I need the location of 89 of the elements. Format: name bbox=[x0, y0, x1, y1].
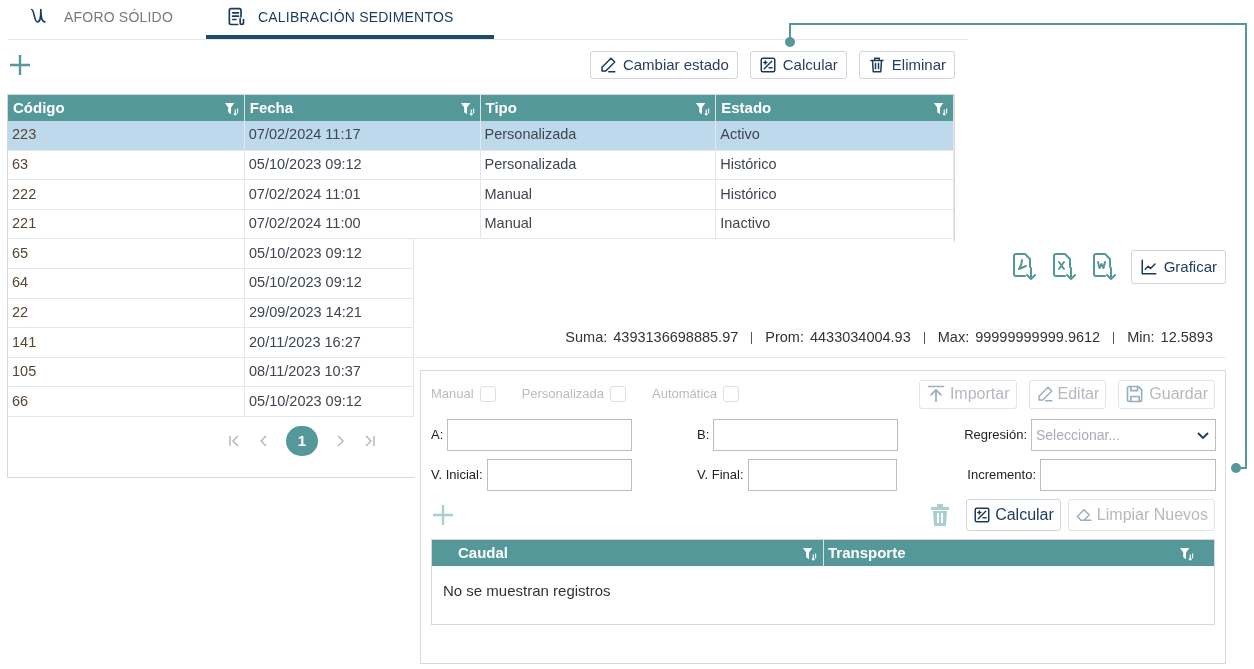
table-cell-text: Inactivo bbox=[720, 214, 771, 234]
table-cell-text: 22 bbox=[12, 303, 29, 322]
placeholder-text: Seleccionar... bbox=[1036, 425, 1121, 445]
table-cell-text: 105 bbox=[12, 362, 37, 382]
tab[interactable]: AFORO SÓLIDO bbox=[8, 0, 206, 39]
stat-label: Min: bbox=[1127, 327, 1155, 347]
table-row[interactable]: 223 07/02/2024 11:17 Personalizada Activo bbox=[8, 121, 954, 151]
stat-value: 4393136698885.97 bbox=[613, 327, 739, 347]
table-cell-text: 141 bbox=[12, 332, 37, 352]
word-download-icon[interactable] bbox=[1090, 252, 1117, 282]
pencil-icon bbox=[598, 56, 617, 74]
table-cell-text: 29/09/2023 14:21 bbox=[249, 303, 362, 322]
table-row[interactable]: 22 29/09/2023 14:21 bbox=[8, 298, 414, 329]
stat-label: Suma: bbox=[565, 327, 608, 347]
table-cell-text: 63 bbox=[12, 155, 29, 174]
table-cell-text: 05/10/2023 09:12 bbox=[249, 391, 362, 411]
table-cell-text: 66 bbox=[12, 391, 29, 411]
stat-value: 4433034004.93 bbox=[809, 327, 911, 347]
toolbar-button[interactable]: Eliminar bbox=[858, 51, 955, 79]
pdf-download-icon[interactable] bbox=[1010, 252, 1037, 282]
toolbar-button[interactable]: Calcular bbox=[749, 51, 847, 79]
filter-icon[interactable] bbox=[459, 100, 475, 116]
empty-message: No se muestran registros bbox=[443, 581, 611, 601]
table-row[interactable]: 64 05/10/2023 09:12 bbox=[8, 268, 414, 299]
save-icon bbox=[1125, 384, 1146, 404]
table-row[interactable]: 66 05/10/2023 09:12 bbox=[8, 387, 414, 417]
field-label: B: bbox=[697, 426, 710, 445]
upload-icon bbox=[925, 384, 946, 404]
filter-icon[interactable] bbox=[1179, 545, 1194, 561]
table-cell-text: 07/02/2024 11:00 bbox=[248, 214, 361, 234]
table-cell-text: Activo bbox=[720, 125, 760, 145]
checkbox-label: Automática bbox=[652, 385, 718, 404]
stat-label: Max: bbox=[937, 327, 970, 347]
excel-download-icon[interactable] bbox=[1050, 252, 1077, 282]
table-row[interactable]: 63 05/10/2023 09:12 Personalizada Histórico bbox=[8, 150, 954, 181]
input-field[interactable] bbox=[713, 419, 899, 451]
table-cell-text: 64 bbox=[12, 273, 29, 293]
filter-icon[interactable] bbox=[695, 100, 711, 116]
checkbox-label: Manual bbox=[431, 385, 474, 404]
stat-value: 12.5893 bbox=[1160, 327, 1213, 347]
input-field[interactable] bbox=[486, 459, 632, 491]
plus-icon[interactable] bbox=[8, 53, 32, 77]
stat-label: Prom: bbox=[765, 327, 804, 347]
eraser-icon bbox=[1074, 506, 1093, 524]
table-cell-text: Personalizada bbox=[484, 155, 577, 174]
table-cell-text: 07/02/2024 11:17 bbox=[248, 125, 361, 145]
input-field[interactable] bbox=[747, 459, 897, 491]
table-row[interactable]: 65 05/10/2023 09:12 bbox=[8, 239, 414, 269]
calculator-icon bbox=[758, 56, 777, 74]
field-label: V. Final: bbox=[697, 466, 744, 485]
field-label: Incremento: bbox=[967, 466, 1036, 485]
field-label: Regresión: bbox=[964, 426, 1027, 445]
table-cell-text: Manual bbox=[484, 214, 533, 234]
calculator-icon bbox=[973, 506, 992, 524]
input-field[interactable] bbox=[1040, 459, 1216, 491]
table-cell-text: 221 bbox=[12, 214, 37, 234]
toolbar-button[interactable]: Cambiar estado bbox=[589, 51, 738, 79]
filter-icon[interactable] bbox=[223, 100, 239, 116]
stat-value: 99999999999.9612 bbox=[975, 327, 1101, 347]
table-cell-text: Personalizada bbox=[484, 125, 577, 145]
table-cell-text: 05/10/2023 09:12 bbox=[249, 273, 362, 293]
pencil-icon bbox=[1035, 385, 1054, 403]
table-cell-text: 222 bbox=[12, 184, 37, 204]
table-row[interactable]: 222 07/02/2024 11:01 Manual Histórico bbox=[8, 180, 954, 210]
trash-icon bbox=[867, 56, 886, 74]
table-cell-text: 07/02/2024 11:01 bbox=[248, 184, 361, 204]
table-cell-text: 223 bbox=[12, 125, 37, 145]
table-cell-text: 65 bbox=[12, 243, 29, 263]
table-cell-text: Histórico bbox=[720, 155, 777, 174]
filter-icon[interactable] bbox=[933, 100, 948, 116]
table-cell-text: 20/11/2023 16:27 bbox=[249, 332, 361, 352]
table-cell-text: 05/10/2023 09:12 bbox=[249, 243, 362, 263]
line-chart-icon bbox=[1139, 258, 1158, 276]
table-cell-text: Histórico bbox=[720, 184, 777, 204]
table-cell-text: 08/11/2023 10:37 bbox=[249, 362, 361, 382]
chart-button[interactable]: Graficar bbox=[1130, 250, 1226, 284]
table-cell-text: Manual bbox=[484, 184, 533, 204]
table-row[interactable]: 221 07/02/2024 11:00 Manual Inactivo bbox=[8, 209, 954, 240]
filter-icon[interactable] bbox=[802, 545, 817, 561]
checkbox-label: Personalizada bbox=[521, 385, 605, 404]
input-field[interactable] bbox=[447, 419, 633, 451]
field-label: V. Inicial: bbox=[431, 466, 483, 485]
table-row[interactable]: 141 20/11/2023 16:27 bbox=[8, 328, 414, 358]
table-row[interactable]: 105 08/11/2023 10:37 bbox=[8, 357, 414, 388]
form-button[interactable]: Calcular bbox=[966, 499, 1061, 531]
document-icon bbox=[226, 6, 246, 28]
field-label: A: bbox=[431, 426, 444, 445]
tab[interactable]: CALIBRACIÓN SEDIMENTOS bbox=[206, 0, 494, 39]
table-cell-text: 05/10/2023 09:12 bbox=[248, 155, 362, 174]
